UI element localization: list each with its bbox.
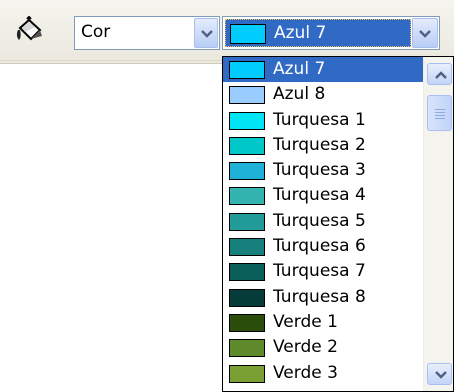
scroll-down-button[interactable] [427, 363, 452, 385]
color-list-item[interactable]: Turquesa 1 [223, 108, 423, 133]
chevron-up-icon [435, 71, 447, 79]
fill-toolbar: Cor Azul 7 [0, 0, 454, 64]
color-swatch [230, 24, 266, 44]
fill-type-combobox[interactable]: Cor [74, 16, 220, 50]
scroll-thumb[interactable] [427, 95, 452, 131]
color-swatch [229, 238, 265, 257]
color-list-item[interactable]: Turquesa 8 [223, 285, 423, 310]
color-swatch [229, 162, 265, 181]
color-combobox[interactable]: Azul 7 [222, 16, 440, 50]
chevron-down-icon [419, 30, 431, 38]
grip-line [435, 118, 445, 119]
color-item-label: Turquesa 1 [273, 109, 366, 130]
chevron-down-icon [201, 30, 213, 38]
color-swatch [229, 263, 265, 282]
scroll-up-button[interactable] [427, 63, 452, 85]
color-item-label: Turquesa 4 [273, 185, 366, 206]
color-list-item[interactable]: Turquesa 5 [223, 209, 423, 234]
color-dropdown-button[interactable] [412, 18, 438, 48]
color-swatch [229, 111, 265, 130]
color-swatch [229, 339, 265, 358]
chevron-down-icon [435, 371, 447, 379]
color-selected-value: Azul 7 [225, 19, 411, 47]
list-scrollbar[interactable] [423, 57, 453, 391]
color-list-item[interactable]: Verde 1 [223, 310, 423, 335]
color-swatch [229, 61, 265, 79]
color-item-label: Azul 8 [273, 84, 326, 105]
paint-bucket-icon[interactable] [14, 15, 44, 46]
color-item-label: Turquesa 7 [273, 261, 366, 282]
color-dropdown-list: Azul 7 Azul 8 Turquesa 1 Turquesa 2 Turquesa… [222, 56, 454, 392]
fill-type-dropdown-button[interactable] [194, 18, 218, 48]
color-list-item[interactable]: Turquesa 3 [223, 158, 423, 183]
color-list: Azul 7 Azul 8 Turquesa 1 Turquesa 2 Turquesa… [223, 57, 423, 386]
color-value-label: Azul 7 [274, 23, 327, 43]
color-list-item[interactable]: Turquesa 2 [223, 133, 423, 158]
color-list-item[interactable]: Azul 8 [223, 82, 423, 107]
color-list-item[interactable]: Turquesa 7 [223, 259, 423, 284]
fill-type-value: Cor [81, 22, 111, 42]
color-list-item[interactable]: Verde 2 [223, 335, 423, 360]
color-swatch [229, 313, 265, 332]
color-swatch [229, 136, 265, 155]
color-swatch [229, 212, 265, 231]
color-item-label: Turquesa 5 [273, 210, 366, 231]
color-item-label: Verde 2 [273, 337, 338, 358]
color-list-item[interactable]: Turquesa 4 [223, 183, 423, 208]
color-item-label: Turquesa 8 [273, 286, 366, 307]
color-item-label: Turquesa 3 [273, 160, 366, 181]
color-item-label: Azul 7 [273, 59, 326, 79]
color-item-label: Turquesa 6 [273, 236, 366, 257]
color-item-label: Verde 3 [273, 362, 338, 383]
grip-line [435, 115, 445, 116]
grip-line [435, 112, 445, 113]
color-swatch [229, 364, 265, 383]
color-swatch [229, 86, 265, 105]
color-list-item[interactable]: Verde 3 [223, 361, 423, 386]
grip-line [435, 109, 445, 110]
color-item-label: Turquesa 2 [273, 134, 366, 155]
color-list-item[interactable]: Azul 7 [223, 57, 423, 83]
color-item-label: Verde 1 [273, 311, 338, 332]
color-list-item[interactable]: Turquesa 6 [223, 234, 423, 259]
color-swatch [229, 288, 265, 307]
color-swatch [229, 187, 265, 206]
